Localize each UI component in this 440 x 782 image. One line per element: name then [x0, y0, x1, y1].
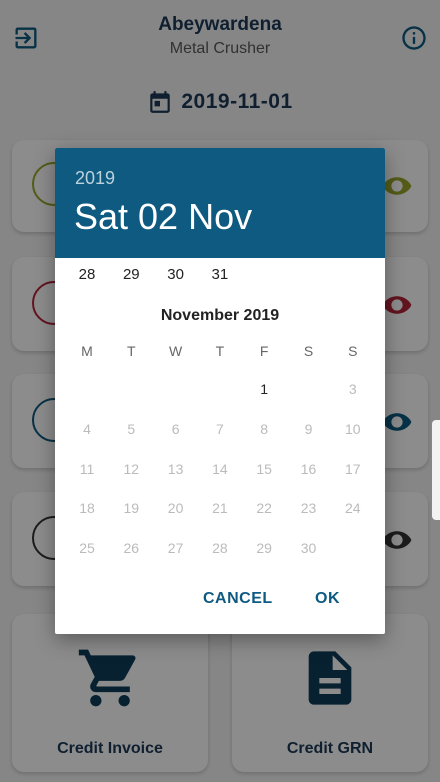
weekday-header: MTWTFSS [65, 343, 375, 363]
calendar-day: 28 [212, 540, 228, 557]
calendar-day: 9 [304, 420, 313, 437]
calendar-day: 5 [127, 420, 136, 437]
weekday-label: S [348, 343, 358, 359]
calendar-day: 29 [256, 540, 272, 557]
calendar-day: 27 [167, 540, 184, 557]
weekday-label: F [259, 343, 269, 359]
calendar-day: 17 [345, 460, 361, 477]
calendar-day: 8 [260, 420, 269, 437]
calendar-day: 21 [212, 500, 228, 517]
calendar-day: 14 [212, 460, 228, 477]
calendar-day: 3 [348, 381, 357, 397]
prev-month-day[interactable]: 30 [154, 266, 198, 283]
calendar-day: 22 [256, 500, 272, 517]
calendar-day: 25 [79, 540, 95, 557]
month-title: November 2019 [160, 307, 280, 324]
previous-month-tail: 28 29 30 31 [65, 266, 375, 290]
calendar-day: 6 [171, 420, 180, 437]
calendar-day: 30 [300, 540, 317, 557]
calendar-day: 23 [300, 500, 317, 517]
date-picker-header: 2019 Sat 02 Nov [55, 148, 385, 258]
ok-button[interactable]: OK [311, 584, 344, 614]
calendar-day: 16 [300, 460, 317, 477]
calendar-day: 26 [123, 540, 140, 557]
prev-month-day[interactable]: 28 [65, 266, 109, 283]
calendar-day[interactable]: 1 [242, 370, 286, 408]
selected-date-display: Sat 02 Nov [74, 196, 253, 237]
weekday-label: W [168, 343, 183, 359]
calendar-day: 15 [256, 460, 272, 477]
date-picker-dialog: 2019 Sat 02 Nov 28 29 30 31 November 2019 M… [55, 148, 385, 634]
calendar-day: 10 [345, 420, 361, 437]
calendar-day: 12 [123, 460, 140, 477]
calendar-day: 7 [215, 420, 224, 437]
weekday-label: M [81, 343, 93, 359]
selected-day[interactable]: 2 [287, 370, 331, 408]
calendar-day: 18 [79, 500, 95, 517]
weekday-label: S [303, 343, 314, 359]
calendar-day: 13 [167, 460, 184, 477]
year-selector[interactable]: 2019 [75, 168, 115, 189]
calendar-day: 24 [345, 500, 361, 517]
calendar-grid: 1 2 3 4 5 6 7 8 9 10 11 12 13 14 15 16 17 18 19 20 21 22 23 24 2… [65, 370, 375, 570]
scrollbar-thumb[interactable] [432, 420, 440, 520]
cancel-button[interactable]: CANCEL [199, 584, 277, 614]
prev-month-day[interactable]: 29 [109, 266, 153, 283]
weekday-label: T [127, 343, 136, 359]
calendar-day: 20 [167, 500, 184, 517]
prev-month-day[interactable]: 31 [198, 266, 242, 283]
weekday-label: T [215, 343, 225, 359]
calendar-day: 11 [79, 460, 95, 477]
calendar-day: 19 [123, 500, 140, 517]
calendar-day: 4 [83, 420, 91, 437]
